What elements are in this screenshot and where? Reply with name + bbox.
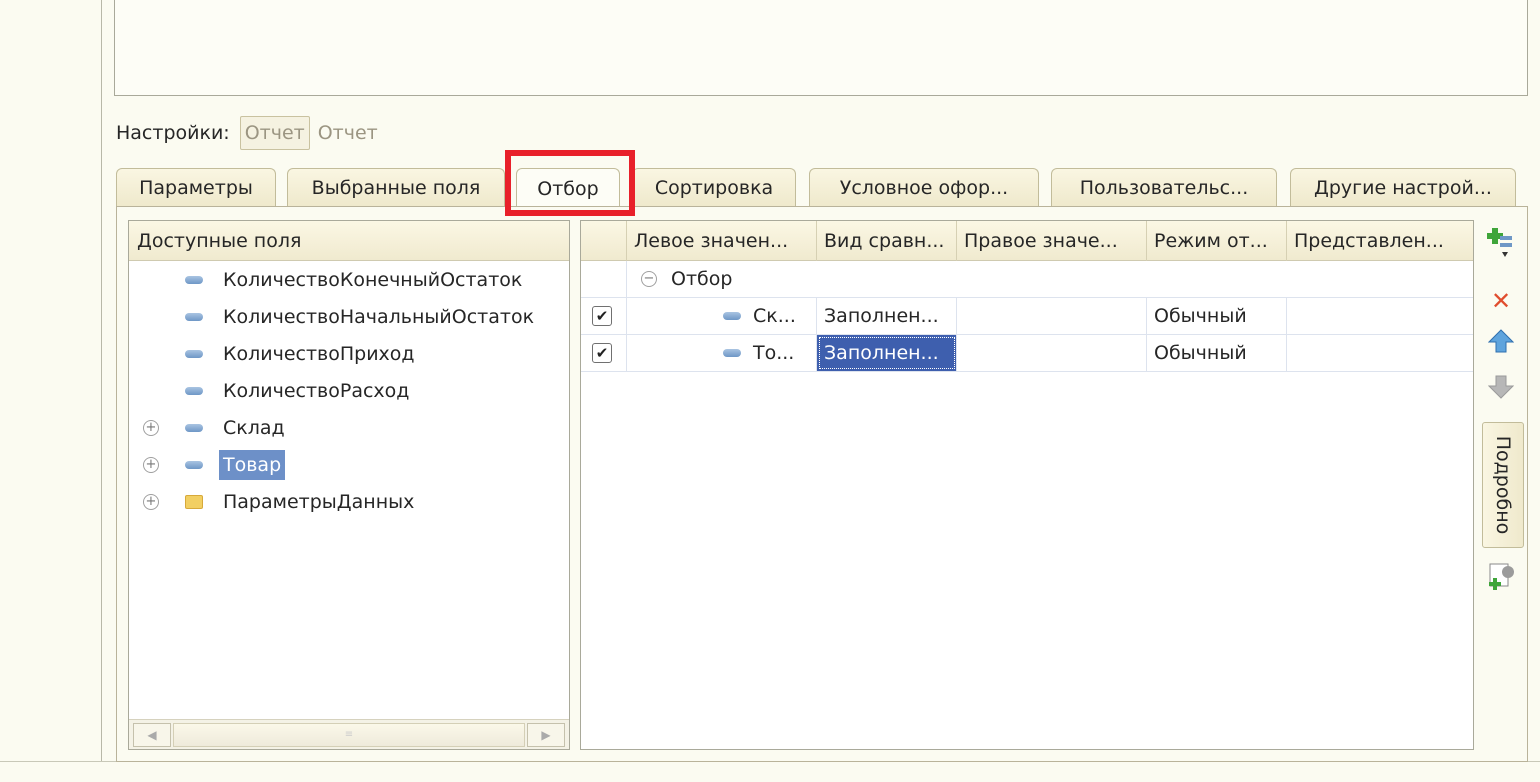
field-icon bbox=[185, 386, 203, 395]
settings-variant-text[interactable]: Отчет bbox=[318, 122, 378, 144]
tree-item-label: КоличествоРасход bbox=[223, 379, 410, 402]
field-icon bbox=[185, 275, 203, 284]
presentation-cell[interactable] bbox=[1287, 298, 1473, 334]
filter-grid[interactable]: Левое значен... Вид сравн... Правое знач… bbox=[580, 220, 1474, 750]
tree-item-label: КоличествоНачальныйОстаток bbox=[223, 305, 535, 328]
column-right-value[interactable]: Правое значе... bbox=[957, 221, 1147, 261]
table-row[interactable]: ✔ То... Заполнен... Обычный bbox=[581, 335, 1473, 372]
comparison-cell[interactable]: Заполнен... bbox=[817, 335, 957, 371]
tree-item-label: КоличествоКонечныйОстаток bbox=[223, 268, 523, 291]
scroll-right-icon[interactable]: ▶ bbox=[527, 723, 565, 747]
tab-label: Параметры bbox=[139, 176, 253, 199]
presentation-cell[interactable] bbox=[1287, 335, 1473, 371]
mode-cell[interactable]: Обычный bbox=[1147, 298, 1287, 334]
field-icon bbox=[723, 312, 741, 320]
table-row[interactable]: ✔ Ск... Заполнен... Обычный bbox=[581, 298, 1473, 335]
annotation-highlight-box bbox=[505, 150, 635, 216]
details-button[interactable]: Подробно bbox=[1482, 422, 1524, 548]
field-icon bbox=[185, 312, 203, 321]
column-comparison[interactable]: Вид сравн... bbox=[817, 221, 957, 261]
mode-cell[interactable]: Обычный bbox=[1147, 335, 1287, 371]
left-value-text: Ск... bbox=[753, 305, 796, 327]
tree-item[interactable]: + Товар bbox=[129, 446, 569, 483]
report-preview-area bbox=[114, 0, 1528, 96]
collapse-minus-icon[interactable]: − bbox=[641, 271, 657, 287]
tree-item[interactable]: КоличествоНачальныйОстаток bbox=[129, 298, 569, 335]
tab-selected-fields[interactable]: Выбранные поля bbox=[287, 168, 505, 206]
tree-item[interactable]: + ПараметрыДанных bbox=[129, 483, 569, 520]
tree-item[interactable]: КоличествоКонечныйОстаток bbox=[129, 261, 569, 298]
folder-icon bbox=[185, 494, 203, 509]
left-panel-edge bbox=[0, 0, 102, 762]
expand-plus-icon[interactable]: + bbox=[143, 456, 159, 473]
tab-label: Выбранные поля bbox=[311, 176, 481, 199]
check-cell: ✔ bbox=[581, 335, 627, 371]
column-mode[interactable]: Режим от... bbox=[1147, 221, 1287, 261]
column-presentation[interactable]: Представлен... bbox=[1287, 221, 1473, 261]
expand-plus-icon[interactable]: + bbox=[143, 419, 159, 436]
move-up-icon[interactable] bbox=[1486, 328, 1516, 358]
scroll-left-icon[interactable]: ◀ bbox=[133, 723, 171, 747]
tab-parameters[interactable]: Параметры bbox=[116, 168, 276, 206]
tab-label: Другие настрой... bbox=[1314, 176, 1492, 199]
tab-label: Условное офор... bbox=[839, 176, 1009, 199]
available-fields-tree[interactable]: Доступные поля КоличествоКонечныйОстаток… bbox=[128, 220, 570, 750]
group-label: Отбор bbox=[671, 268, 733, 290]
field-icon bbox=[185, 423, 203, 432]
field-icon bbox=[185, 349, 203, 358]
tree-item[interactable]: КоличествоПриход bbox=[129, 335, 569, 372]
right-value-cell[interactable] bbox=[957, 298, 1147, 334]
tab-label: Пользовательс... bbox=[1079, 176, 1249, 199]
add-group-icon[interactable] bbox=[1486, 224, 1516, 257]
tree-item[interactable]: КоличествоРасход bbox=[129, 372, 569, 409]
row-checkbox[interactable]: ✔ bbox=[592, 306, 612, 326]
column-left-value[interactable]: Левое значен... bbox=[627, 221, 817, 261]
group-cell[interactable]: − Отбор bbox=[627, 261, 1473, 297]
scroll-thumb[interactable]: ≡ bbox=[173, 723, 525, 747]
horizontal-scrollbar[interactable]: ◀ ≡ ▶ bbox=[129, 719, 569, 749]
left-value-cell[interactable]: Ск... bbox=[627, 298, 817, 334]
settings-variant-button[interactable]: Отчет bbox=[239, 116, 310, 150]
group-row[interactable]: − Отбор bbox=[581, 261, 1473, 298]
grid-header: Левое значен... Вид сравн... Правое знач… bbox=[581, 221, 1473, 261]
tree-item-label: Товар bbox=[219, 449, 286, 480]
tree-item-label: КоличествоПриход bbox=[223, 342, 415, 365]
tab-conditional-format[interactable]: Условное офор... bbox=[809, 168, 1039, 206]
move-down-icon[interactable] bbox=[1486, 374, 1516, 404]
tab-user-fields[interactable]: Пользовательс... bbox=[1051, 168, 1277, 206]
left-value-cell[interactable]: То... bbox=[627, 335, 817, 371]
tab-sorting[interactable]: Сортировка bbox=[632, 168, 796, 206]
field-icon bbox=[185, 460, 203, 469]
check-cell: ✔ bbox=[581, 298, 627, 334]
check-cell bbox=[581, 261, 627, 297]
tree-item-label: Склад bbox=[223, 416, 285, 439]
settings-row: Настройки: Отчет Отчет bbox=[116, 113, 378, 153]
filter-toolbar: ✕ bbox=[1482, 220, 1522, 620]
tree-header: Доступные поля bbox=[129, 221, 569, 261]
column-check bbox=[581, 221, 627, 261]
tree-item[interactable]: + Склад bbox=[129, 409, 569, 446]
right-value-cell[interactable] bbox=[957, 335, 1147, 371]
details-label: Подробно bbox=[1492, 435, 1514, 535]
field-icon bbox=[723, 349, 741, 357]
tab-label: Сортировка bbox=[654, 176, 774, 199]
tab-other-settings[interactable]: Другие настрой... bbox=[1290, 168, 1516, 206]
settings-tabs: Параметры Выбранные поля Отбор Сортировк… bbox=[116, 168, 1528, 208]
tree-item-label: ПараметрыДанных bbox=[223, 490, 415, 513]
row-checkbox[interactable]: ✔ bbox=[592, 343, 612, 363]
comparison-cell[interactable]: Заполнен... bbox=[817, 298, 957, 334]
expand-plus-icon[interactable]: + bbox=[143, 493, 159, 510]
settings-label: Настройки: bbox=[116, 122, 230, 144]
add-settings-icon[interactable] bbox=[1486, 562, 1516, 592]
delete-icon[interactable]: ✕ bbox=[1486, 286, 1516, 316]
left-value-text: То... bbox=[753, 342, 795, 364]
